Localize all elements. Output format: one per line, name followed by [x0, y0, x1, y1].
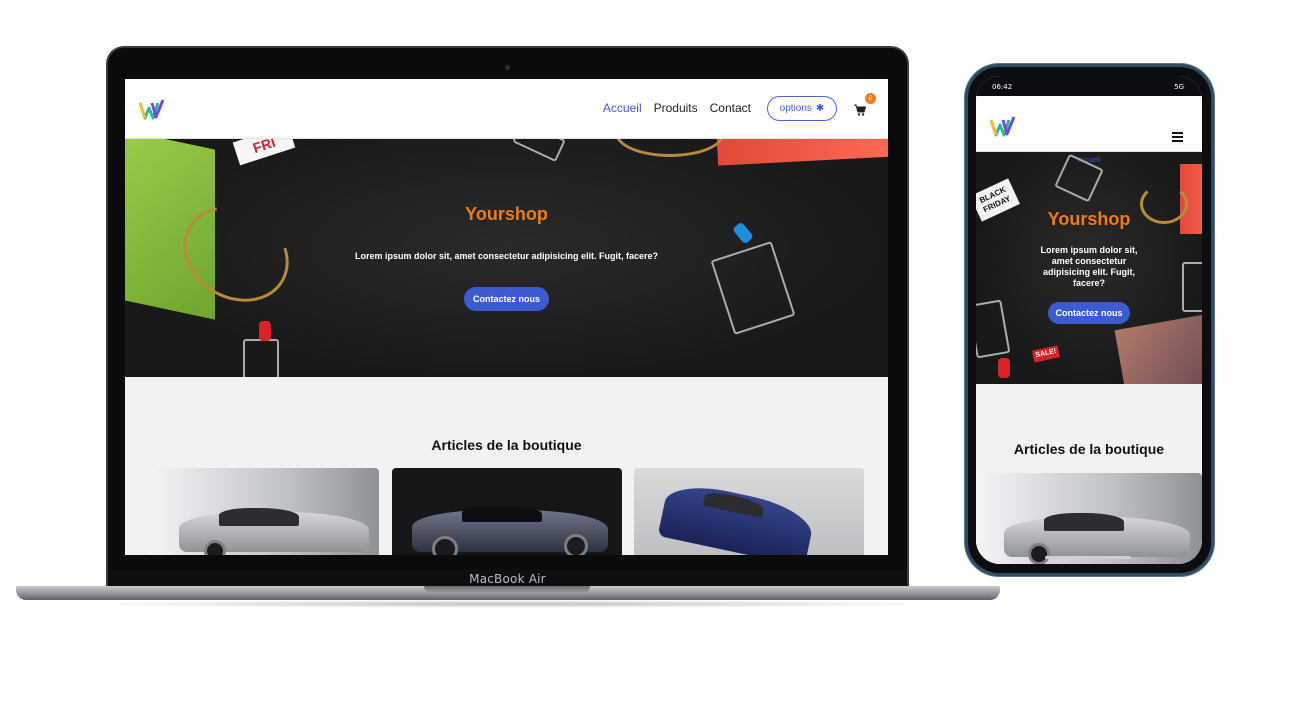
- logo-icon[interactable]: [990, 116, 1016, 138]
- car-window: [462, 506, 542, 522]
- hamburger-icon[interactable]: [1172, 132, 1183, 142]
- contact-button[interactable]: Contactez nous: [464, 287, 549, 311]
- product-card[interactable]: [976, 473, 1202, 564]
- nav-link-contact[interactable]: Contact: [710, 101, 751, 115]
- contact-button[interactable]: Contactez nous: [1048, 302, 1130, 324]
- cart-handle: [259, 321, 271, 341]
- status-network: 5G: [1174, 83, 1184, 91]
- articles-title: Articles de la boutique: [1013, 441, 1165, 457]
- hero-title: Yourshop: [1047, 209, 1131, 229]
- laptop-camera: [505, 65, 510, 70]
- cart-image: [512, 139, 566, 163]
- bag-rope: [615, 139, 725, 157]
- status-time: 06:42: [992, 83, 1013, 91]
- cart-handle: [998, 358, 1010, 378]
- laptop-notch: [424, 586, 590, 593]
- phone-notch: [1028, 76, 1150, 96]
- laptop-shadow: [60, 600, 960, 608]
- hero-text: Lorem ipsum dolor sit, amet consectetur …: [354, 251, 659, 261]
- cart-count-badge: 0: [865, 93, 876, 104]
- phone-articles-section: Articles de la boutique: [976, 384, 1202, 564]
- product-card[interactable]: [392, 468, 622, 555]
- product-card[interactable]: [149, 468, 379, 555]
- product-card[interactable]: [634, 468, 864, 555]
- cart-image: [1182, 262, 1202, 312]
- phone-hero-banner: Accueil BLACK FRIDAY SALE! Yourshop Lore…: [976, 152, 1202, 384]
- red-bag-image: [716, 139, 888, 166]
- cart-image: [976, 299, 1011, 359]
- hero-title: Yourshop: [465, 204, 548, 224]
- articles-title: Articles de la boutique: [431, 437, 582, 453]
- car-wheel: [564, 534, 588, 555]
- nav-links: Accueil Produits Contact: [603, 101, 751, 115]
- home-indicator: [1045, 556, 1131, 559]
- car-wheel: [432, 536, 458, 555]
- sale-tag: SALE!: [1032, 345, 1060, 363]
- car-image: [657, 479, 817, 555]
- nav-link-accueil[interactable]: Accueil: [603, 101, 642, 115]
- hero-text: Lorem ipsum dolor sit, amet consectetur …: [1040, 245, 1138, 288]
- car-window: [219, 508, 299, 526]
- options-label: options: [779, 103, 812, 114]
- car-wheel: [204, 540, 226, 555]
- car-window: [1044, 513, 1124, 531]
- hero-banner: FRI Yourshop Lorem ipsum dolor sit, amet…: [125, 139, 888, 377]
- nav-link-produits[interactable]: Produits: [654, 101, 698, 115]
- cart-icon[interactable]: [853, 103, 867, 117]
- car-wheel: [1028, 543, 1050, 564]
- phone-navbar: [976, 96, 1202, 152]
- phone-screen: 06:42 5G Accueil BLACK FRIDAY SALE! Your…: [976, 76, 1202, 564]
- gear-icon: ✱: [815, 103, 825, 114]
- cart-image: [243, 339, 279, 377]
- sale-tag: FRI: [232, 139, 296, 166]
- laptop-navbar: Accueil Produits Contact options ✱ 0: [125, 79, 888, 139]
- options-button[interactable]: options ✱: [767, 96, 837, 121]
- laptop-brand-label: MacBook Air: [469, 572, 546, 586]
- logo-icon[interactable]: [139, 99, 165, 121]
- laptop-screen: Accueil Produits Contact options ✱ 0 FRI…: [125, 79, 888, 555]
- articles-section: Articles de la boutique: [125, 377, 888, 555]
- pink-bag-image: [1114, 314, 1202, 384]
